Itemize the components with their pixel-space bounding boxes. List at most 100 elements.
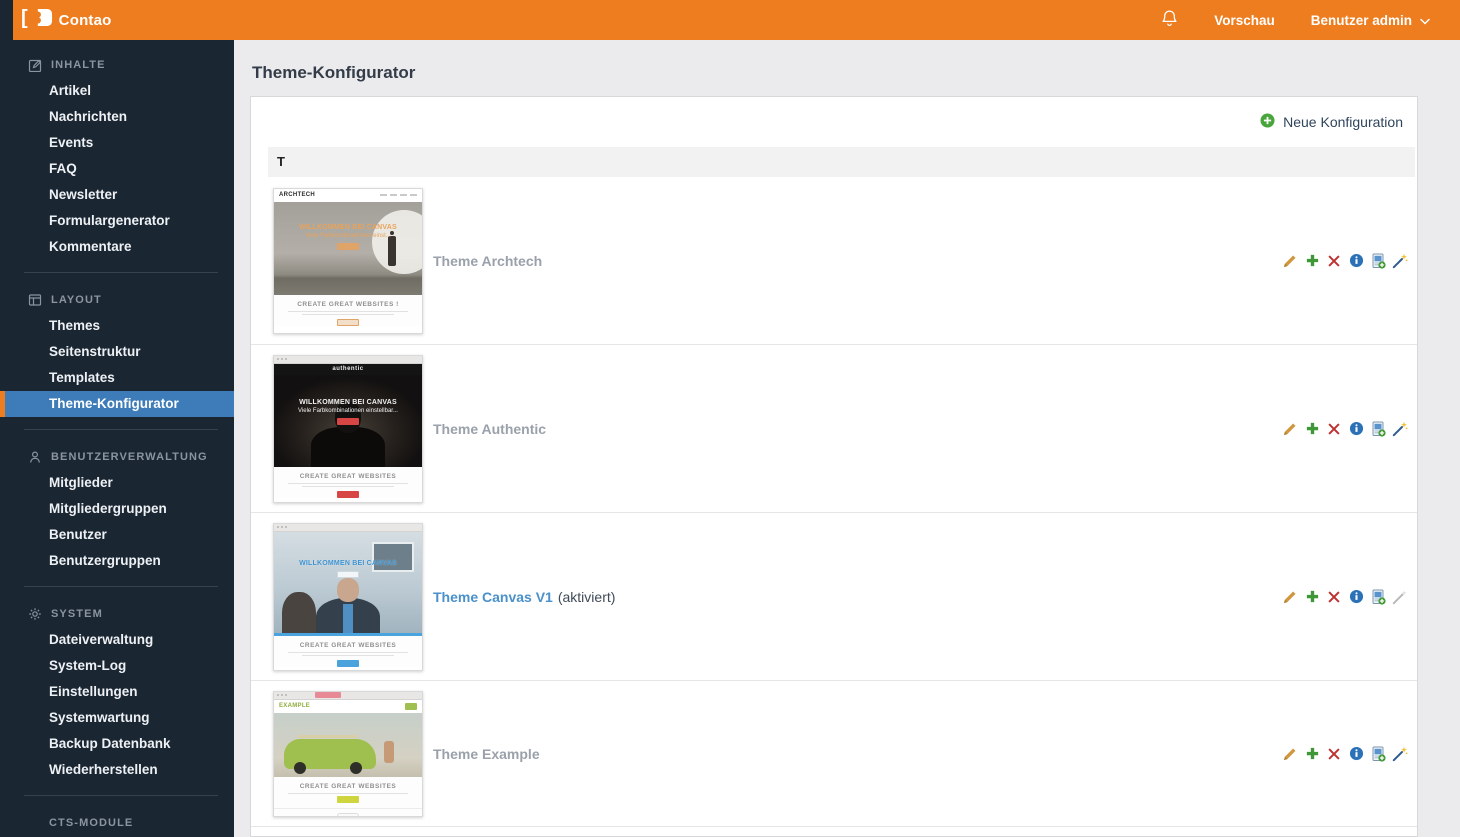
info-icon[interactable] <box>1347 252 1365 270</box>
edit-pencil-icon[interactable] <box>1281 745 1299 763</box>
export-theme-icon[interactable] <box>1369 745 1387 763</box>
edit-pencil-icon[interactable] <box>1281 420 1299 438</box>
sidebar-item-mitgliedergruppen[interactable]: Mitgliedergruppen <box>0 496 234 522</box>
duplicate-plus-icon[interactable] <box>1303 588 1321 606</box>
info-icon[interactable] <box>1347 588 1365 606</box>
delete-x-icon[interactable] <box>1325 420 1343 438</box>
thumb-logo: EXAMPLE <box>279 703 310 709</box>
sidebar-item-systemwartung[interactable]: Systemwartung <box>0 705 234 731</box>
user-icon <box>28 450 42 464</box>
thumb-decor: WILLKOMMEN BEI CANVAS <box>274 532 422 636</box>
sidebar-divider <box>24 795 218 796</box>
export-theme-icon[interactable] <box>1369 252 1387 270</box>
sidebar-item-benutzergruppen[interactable]: Benutzergruppen <box>0 548 234 574</box>
duplicate-plus-icon[interactable] <box>1303 745 1321 763</box>
thumb-decor: CREATE GREAT WEBSITES <box>274 777 422 817</box>
theme-thumbnail-authentic: authentic WILLKOMMEN BEI CANVAS Viele Fa… <box>273 355 423 503</box>
sidebar-divider <box>24 429 218 430</box>
sidebar-item-events[interactable]: Events <box>0 130 234 156</box>
thumb-text: WILLKOMMEN BEI CANVAS <box>274 224 422 231</box>
sidebar-item-dateiverwaltung[interactable]: Dateiverwaltung <box>0 627 234 653</box>
contao-backend: [ Contao Vorschau Benutzer admin INHALTE… <box>0 0 1460 837</box>
sidebar-header-layout[interactable]: LAYOUT <box>0 287 234 313</box>
sidebar-divider <box>24 272 218 273</box>
delete-x-icon[interactable] <box>1325 745 1343 763</box>
info-icon[interactable] <box>1347 745 1365 763</box>
theme-thumbnail-example: EXAMPLE CREATE GREAT WEBSITES <box>273 691 423 817</box>
edit-pencil-icon[interactable] <box>1281 588 1299 606</box>
section-label: INHALTE <box>51 59 106 71</box>
sidebar-item-seitenstruktur[interactable]: Seitenstruktur <box>0 339 234 365</box>
group-header-t: T <box>268 147 1415 177</box>
export-theme-icon[interactable] <box>1369 420 1387 438</box>
activate-wand-icon[interactable] <box>1391 252 1409 270</box>
section-label: LAYOUT <box>51 294 102 306</box>
contao-logo-bracket: [ <box>21 8 28 28</box>
export-theme-icon[interactable] <box>1369 588 1387 606</box>
contao-brand[interactable]: [ Contao <box>21 8 112 32</box>
delete-x-icon[interactable] <box>1325 252 1343 270</box>
sidebar-header-inhalte[interactable]: INHALTE <box>0 52 234 78</box>
sidebar-item-nachrichten[interactable]: Nachrichten <box>0 104 234 130</box>
thumb-text: WILLKOMMEN BEI CANVAS <box>274 560 422 567</box>
gear-icon <box>28 607 42 621</box>
sidebar-item-system-log[interactable]: System-Log <box>0 653 234 679</box>
sidebar-item-mitglieder[interactable]: Mitglieder <box>0 470 234 496</box>
activate-wand-icon[interactable] <box>1391 745 1409 763</box>
notifications-bell-icon[interactable] <box>1161 9 1178 31</box>
sidebar-header-system[interactable]: SYSTEM <box>0 601 234 627</box>
theme-thumbnail-canvas: WILLKOMMEN BEI CANVAS CREATE GREAT WEBSI… <box>273 523 423 671</box>
row-actions <box>1281 252 1409 270</box>
table-row: EXAMPLE CREATE GREAT WEBSITES <box>251 681 1417 827</box>
preview-link[interactable]: Vorschau <box>1214 13 1275 28</box>
thumb-decor: WILLKOMMEN BEI CANVAS Viele Farbkombinat… <box>274 375 422 467</box>
sidebar-item-faq[interactable]: FAQ <box>0 156 234 182</box>
thumb-text: Viele Farbkombinationen einst... <box>274 233 422 239</box>
duplicate-plus-icon[interactable] <box>1303 420 1321 438</box>
thumb-decor <box>380 194 417 196</box>
delete-x-icon[interactable] <box>1325 588 1343 606</box>
topbar-right: Vorschau Benutzer admin <box>1161 9 1460 31</box>
sidebar-section-inhalte: INHALTE Artikel Nachrichten Events FAQ N… <box>0 40 234 260</box>
sidebar-item-theme-konfigurator[interactable]: Theme-Konfigurator <box>0 391 234 417</box>
contao-logo-icon <box>34 8 53 32</box>
sidebar-item-backup-datenbank[interactable]: Backup Datenbank <box>0 731 234 757</box>
thumb-decor: ARCHTECH <box>274 189 422 202</box>
thumb-decor: CREATE GREAT WEBSITES <box>274 636 422 667</box>
sidebar-item-einstellungen[interactable]: Einstellungen <box>0 679 234 705</box>
table-row: WILLKOMMEN BEI CANVAS CREATE GREAT WEBSI… <box>251 513 1417 681</box>
user-menu[interactable]: Benutzer admin <box>1311 13 1430 28</box>
main-content: Theme-Konfigurator Neue Konfiguration T … <box>234 40 1460 837</box>
new-configuration-button[interactable]: Neue Konfiguration <box>251 97 1417 147</box>
section-label: BENUTZERVERWALTUNG <box>51 451 208 463</box>
thumb-text: CREATE GREAT WEBSITES ! <box>274 301 422 308</box>
sidebar-item-kommentare[interactable]: Kommentare <box>0 234 234 260</box>
duplicate-plus-icon[interactable] <box>1303 252 1321 270</box>
sidebar-item-wiederherstellen[interactable]: Wiederherstellen <box>0 757 234 783</box>
theme-name: Theme Archtech <box>433 253 542 269</box>
activate-wand-disabled-icon <box>1391 588 1409 606</box>
thumb-logo: authentic <box>332 366 363 372</box>
edit-pencil-icon[interactable] <box>1281 252 1299 270</box>
activate-wand-icon[interactable] <box>1391 420 1409 438</box>
thumb-decor: WILLKOMMEN BEI CANVAS Viele Farbkombinat… <box>274 202 422 295</box>
thumb-text: CREATE GREAT WEBSITES <box>274 783 422 790</box>
theme-name: Theme Authentic <box>433 421 546 437</box>
activated-suffix: (aktiviert) <box>558 589 616 605</box>
sidebar-section-layout: LAYOUT Themes Seitenstruktur Templates T… <box>0 275 234 417</box>
sidebar-item-themes[interactable]: Themes <box>0 313 234 339</box>
sidebar-item-artikel[interactable]: Artikel <box>0 78 234 104</box>
info-icon[interactable] <box>1347 420 1365 438</box>
sidebar-header-cts-module[interactable]: CTS-MODULE <box>0 810 234 836</box>
sidebar-item-benutzer[interactable]: Benutzer <box>0 522 234 548</box>
theme-name-link[interactable]: Theme Canvas V1 <box>433 589 553 605</box>
theme-thumbnail-archtech: ARCHTECH WILLKOMMEN BEI CANVAS Viele Far… <box>273 188 423 334</box>
sidebar-item-formulargenerator[interactable]: Formulargenerator <box>0 208 234 234</box>
thumb-decor <box>274 692 422 700</box>
sidebar-item-templates[interactable]: Templates <box>0 365 234 391</box>
sidebar-section-cts-module: CTS-MODULE <box>0 798 234 836</box>
sidebar-header-benutzerverwaltung[interactable]: BENUTZERVERWALTUNG <box>0 444 234 470</box>
new-configuration-label: Neue Konfiguration <box>1283 114 1403 130</box>
sidebar-item-newsletter[interactable]: Newsletter <box>0 182 234 208</box>
row-actions <box>1281 420 1409 438</box>
